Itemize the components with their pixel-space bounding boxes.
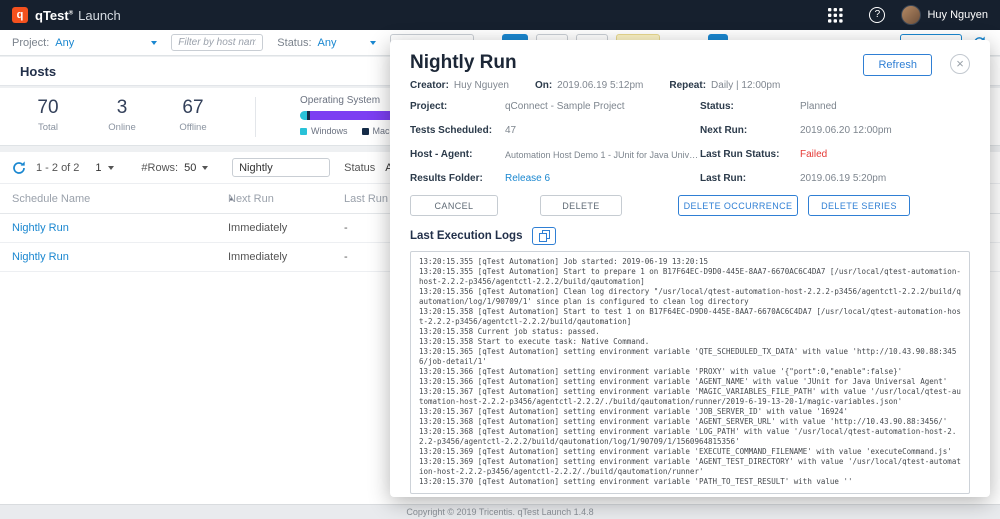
status-value: Planned xyxy=(800,101,970,113)
chevron-down-icon xyxy=(151,41,157,45)
created-on-value: 2019.06.19 5:12pm xyxy=(557,80,643,91)
tests-scheduled-value: 47 xyxy=(505,125,700,137)
legend-item-mac: Mac xyxy=(362,126,390,136)
status-label: Status: xyxy=(700,101,800,113)
project-value: qConnect - Sample Project xyxy=(505,101,700,113)
status-filter-value: Any xyxy=(318,37,337,49)
status-filter-dropdown[interactable]: Any xyxy=(318,37,376,49)
legend-item-windows: Windows xyxy=(300,126,348,136)
schedule-search-input[interactable] xyxy=(232,158,330,177)
delete-button[interactable]: DELETE xyxy=(540,195,622,216)
logs-header-row: Last Execution Logs xyxy=(410,227,970,245)
rows-per-page-label: #Rows: xyxy=(141,162,178,174)
cancel-button[interactable]: CANCEL xyxy=(410,195,498,216)
project-filter-value: Any xyxy=(55,37,74,49)
rows-per-page-value: 50 xyxy=(184,162,196,174)
page-select[interactable]: 1 xyxy=(95,162,125,174)
header-last-run[interactable]: Last Run xyxy=(344,193,388,205)
header-schedule-name[interactable]: Schedule Name xyxy=(12,193,90,205)
repeat-label: Repeat: xyxy=(669,80,706,91)
logs-label: Last Execution Logs xyxy=(410,230,522,242)
created-on-label: On: xyxy=(535,80,552,91)
results-folder-link[interactable]: Release 6 xyxy=(505,173,700,185)
host-name-filter-input[interactable] xyxy=(171,34,263,51)
stat-online-value: 3 xyxy=(97,97,147,119)
stat-online-label: Online xyxy=(97,122,147,133)
divider xyxy=(255,97,256,137)
footer: Copyright © 2019 Tricentis. qTest Launch… xyxy=(0,504,1000,519)
repeat-value: Daily | 12:00pm xyxy=(711,80,780,91)
next-run-cell: Immediately xyxy=(228,222,287,234)
stat-offline: 67 Offline xyxy=(163,97,223,133)
creator-label: Creator: xyxy=(410,80,449,91)
last-run-status-value: Failed xyxy=(800,149,970,161)
status-filter-label: Status: xyxy=(277,37,311,49)
schedule-detail-modal: Nightly Run Refresh × Creator: Huy Nguye… xyxy=(390,40,990,497)
rows-per-page-select[interactable]: 50 xyxy=(184,162,214,174)
schedule-name-link[interactable]: Nightly Run xyxy=(12,251,69,263)
modal-button-row: CANCEL DELETE DELETE OCCURRENCE DELETE S… xyxy=(410,195,970,216)
qtest-logo-icon[interactable]: q xyxy=(12,7,28,23)
avatar[interactable] xyxy=(901,5,921,25)
chevron-down-icon xyxy=(202,166,208,170)
project-filter-label: Project: xyxy=(12,37,49,49)
windows-swatch-icon xyxy=(300,128,307,135)
top-navbar: q qTest® Launch ? Huy Nguyen xyxy=(0,0,1000,30)
project-label: Project: xyxy=(410,101,505,113)
delete-series-button[interactable]: DELETE SERIES xyxy=(808,195,910,216)
brand-product: Launch xyxy=(78,8,121,23)
schedule-status-label: Status xyxy=(344,162,375,174)
chevron-down-icon xyxy=(108,166,114,170)
copy-icon xyxy=(539,230,550,242)
last-run-cell: - xyxy=(344,251,348,263)
tests-scheduled-label: Tests Scheduled: xyxy=(410,125,505,137)
modal-meta-row: Creator: Huy Nguyen On: 2019.06.19 5:12p… xyxy=(410,79,970,91)
stat-offline-label: Offline xyxy=(163,122,223,133)
last-run-cell: - xyxy=(344,222,348,234)
last-run-status-label: Last Run Status: xyxy=(700,149,800,161)
results-folder-label: Results Folder: xyxy=(410,173,505,185)
last-run-label: Last Run: xyxy=(700,173,800,185)
stat-offline-value: 67 xyxy=(163,97,223,119)
legend-label: Windows xyxy=(311,126,348,136)
delete-occurrence-button[interactable]: DELETE OCCURRENCE xyxy=(678,195,798,216)
next-run-value: 2019.06.20 12:00pm xyxy=(800,125,970,137)
mac-swatch-icon xyxy=(362,128,369,135)
next-run-cell: Immediately xyxy=(228,251,287,263)
close-icon[interactable]: × xyxy=(950,54,970,74)
host-agent-value: Automation Host Demo 1 - JUnit for Java … xyxy=(505,149,700,161)
os-bar-segment-windows xyxy=(300,111,307,120)
modal-details-grid: Project: qConnect - Sample Project Statu… xyxy=(410,101,970,185)
last-run-value: 2019.06.19 5:20pm xyxy=(800,173,970,185)
stat-total-value: 70 xyxy=(16,97,80,119)
host-agent-label: Host - Agent: xyxy=(410,149,505,161)
stat-total: 70 Total xyxy=(16,97,80,133)
creator-value: Huy Nguyen xyxy=(454,80,509,91)
page-select-value: 1 xyxy=(95,162,101,174)
execution-log-output[interactable]: 13:20:15.355 [qTest Automation] Job star… xyxy=(410,251,970,494)
brand-name: qTest® xyxy=(35,8,73,23)
help-icon[interactable]: ? xyxy=(869,7,885,23)
stat-online: 3 Online xyxy=(97,97,147,133)
legend-label: Mac xyxy=(373,126,390,136)
next-run-label: Next Run: xyxy=(700,125,800,137)
copy-logs-button[interactable] xyxy=(532,227,556,245)
app-grid-icon[interactable] xyxy=(828,8,843,23)
pagination-range: 1 - 2 of 2 xyxy=(36,162,79,174)
user-name[interactable]: Huy Nguyen xyxy=(927,9,988,21)
registered-mark: ® xyxy=(69,10,73,16)
stat-total-label: Total xyxy=(16,122,80,133)
project-filter-dropdown[interactable]: Any xyxy=(55,37,157,49)
refresh-icon[interactable] xyxy=(12,161,26,175)
schedule-name-link[interactable]: Nightly Run xyxy=(12,222,69,234)
chevron-down-icon xyxy=(370,41,376,45)
modal-refresh-button[interactable]: Refresh xyxy=(863,54,932,76)
